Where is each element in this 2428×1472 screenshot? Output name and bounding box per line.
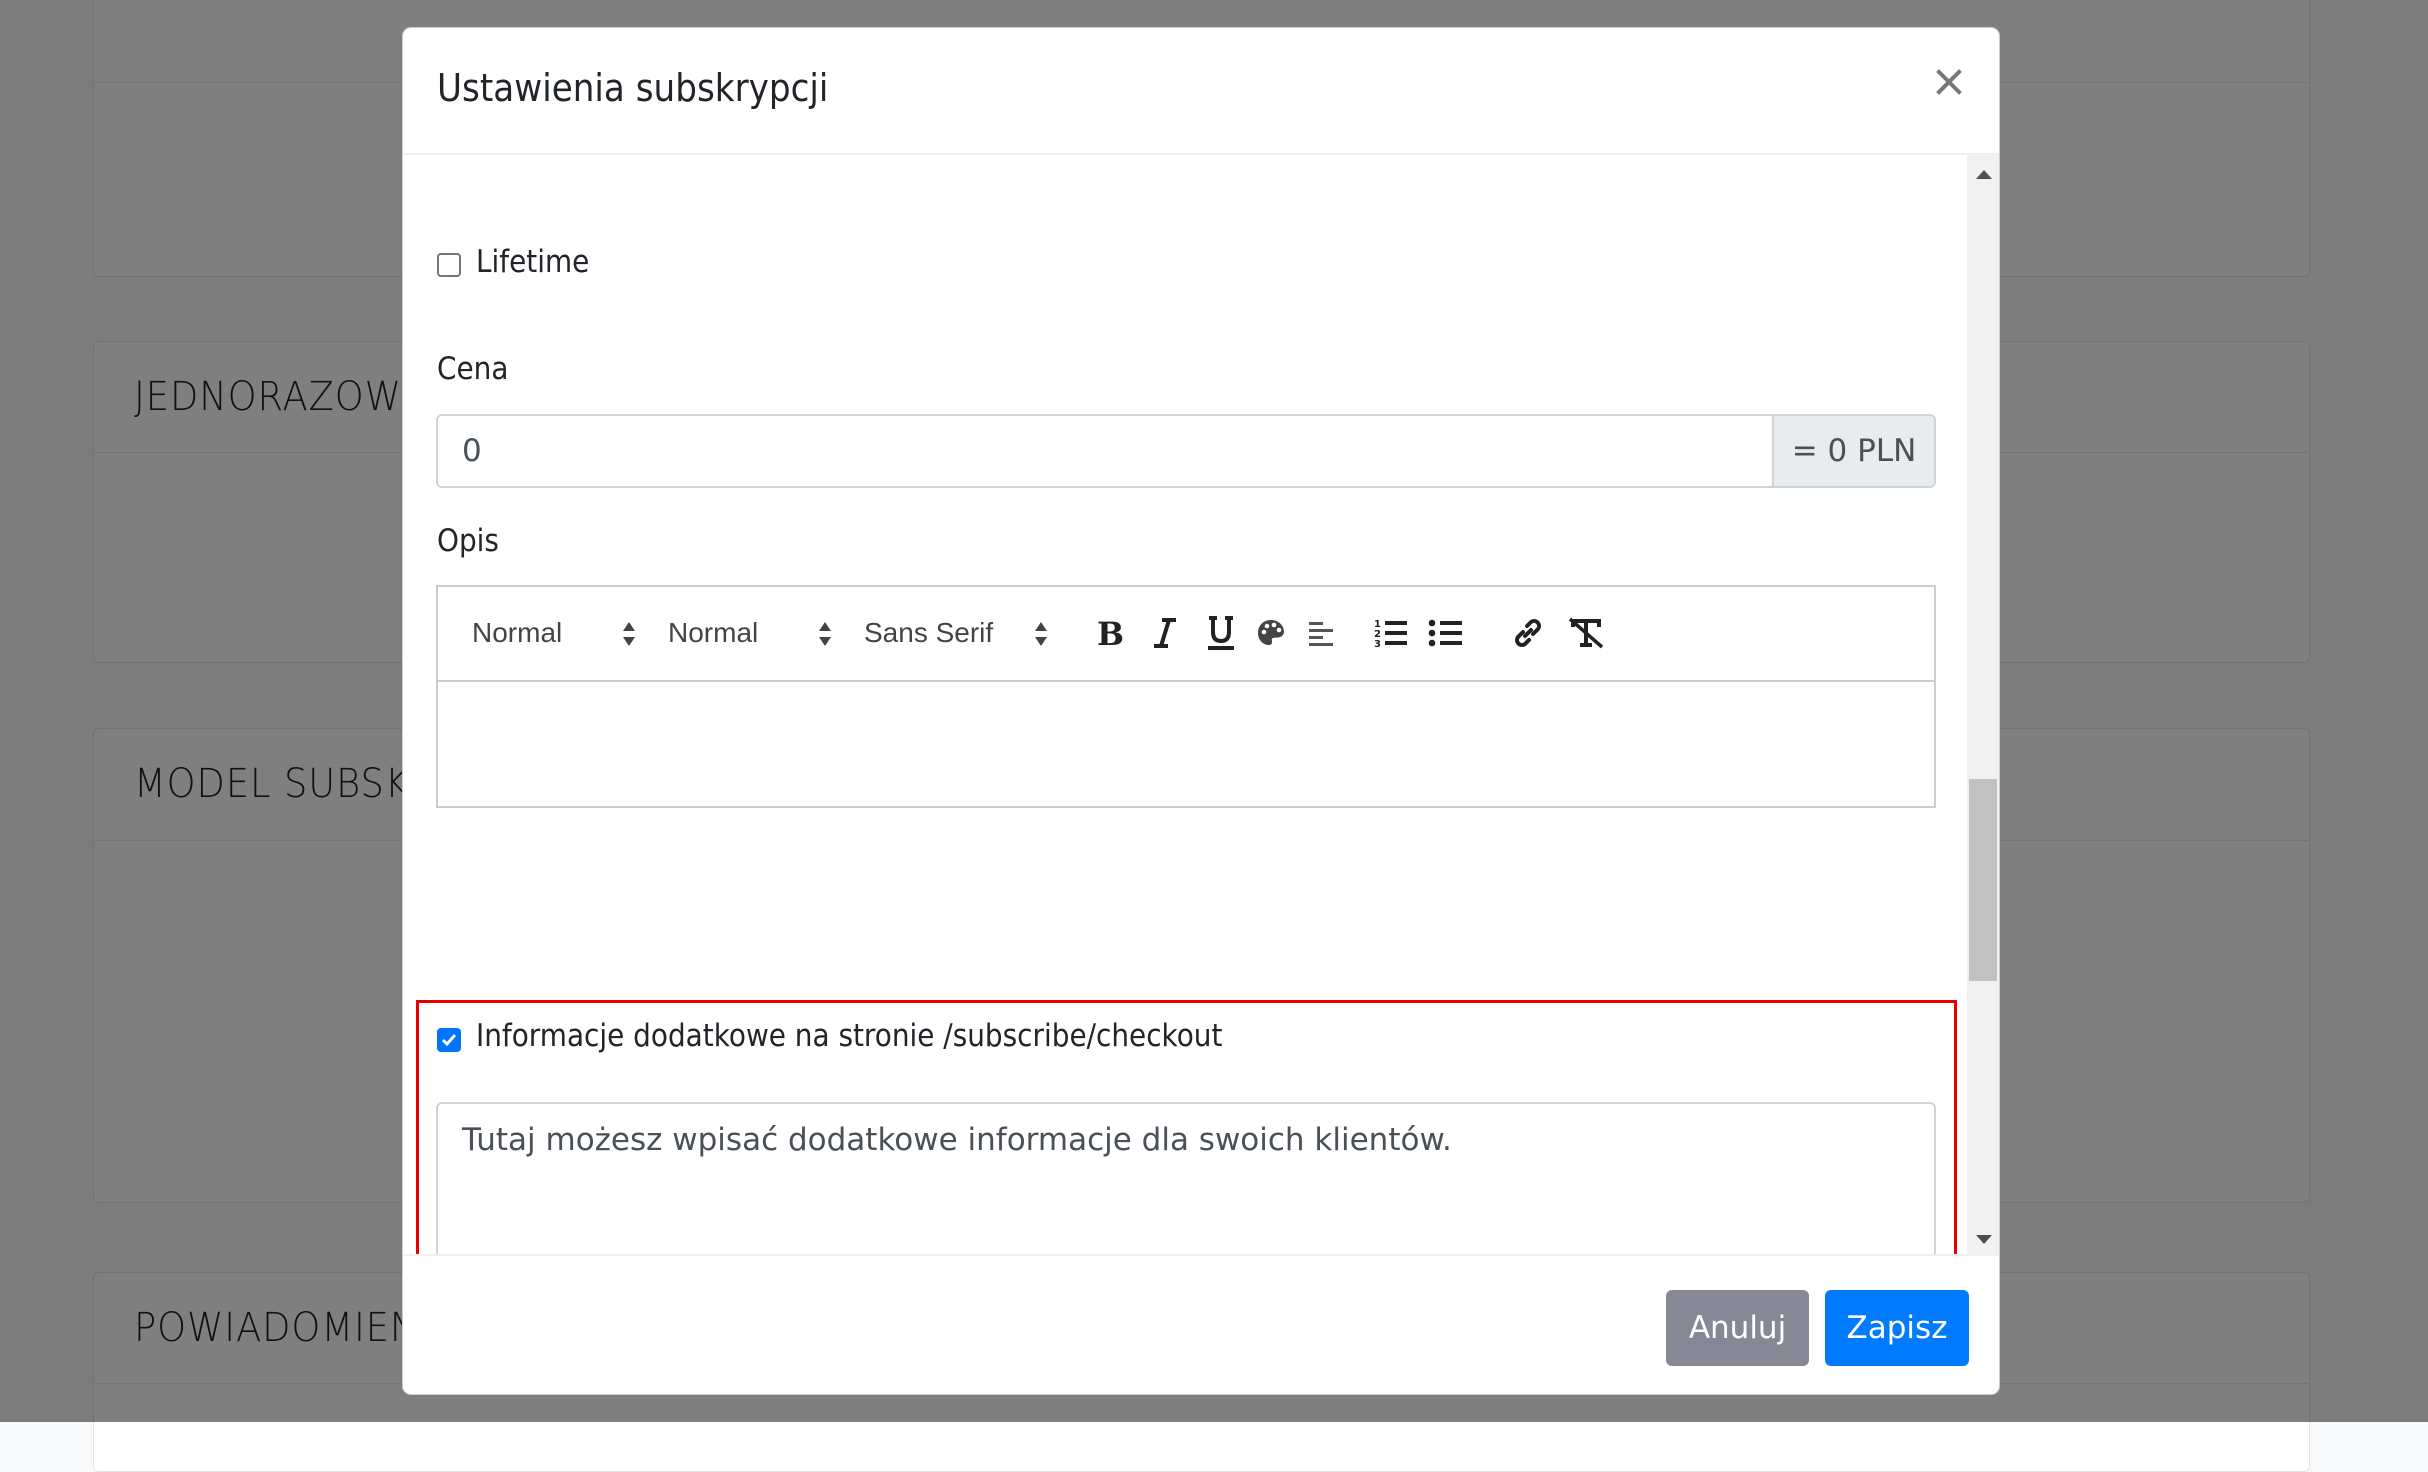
cancel-button[interactable]: Anuluj: [1666, 1290, 1809, 1366]
svg-text:3: 3: [1374, 639, 1381, 649]
additional-info-label: Informacje dodatkowe na stronie /subscri…: [476, 1018, 1223, 1054]
header-picker-label: Normal: [472, 617, 563, 648]
scrollbar-thumb[interactable]: [1969, 779, 1997, 981]
font-picker-label: Sans Serif: [864, 617, 994, 648]
italic-icon: [1154, 618, 1176, 648]
additional-info-textarea[interactable]: Tutaj możesz wpisać dodatkowe informacje…: [436, 1102, 1936, 1254]
lifetime-checkbox[interactable]: [437, 253, 461, 277]
font-picker[interactable]: Sans Serif: [864, 615, 1054, 651]
price-input[interactable]: [438, 416, 1772, 486]
save-button[interactable]: Zapisz: [1825, 1290, 1969, 1366]
description-editor: Normal Normal Sans Serif B 1 2 3: [436, 585, 1936, 808]
modal-title: Ustawienia subskrypcji: [437, 66, 829, 110]
header-picker[interactable]: Normal: [472, 615, 642, 651]
size-picker[interactable]: Normal: [668, 615, 838, 651]
bullet-list-icon: [1428, 619, 1462, 647]
modal-body: Lifetime Cena = 0 PLN Opis Normal Normal: [403, 155, 1999, 1254]
link-icon: [1515, 619, 1541, 647]
editor-toolbar: Normal Normal Sans Serif B 1 2 3: [438, 587, 1934, 682]
picker-arrows-icon: [623, 622, 635, 646]
clear-format-button[interactable]: [1566, 613, 1606, 653]
link-button[interactable]: [1508, 613, 1548, 653]
price-currency-addon: = 0 PLN: [1772, 416, 1934, 486]
italic-button[interactable]: [1145, 613, 1185, 653]
additional-info-checkbox[interactable]: [437, 1028, 461, 1052]
color-palette-icon: [1258, 620, 1284, 645]
bullet-list-button[interactable]: [1426, 613, 1466, 653]
modal-scrollbar[interactable]: [1967, 155, 1999, 1254]
picker-arrows-icon: [819, 622, 831, 646]
picker-arrows-icon: [1035, 622, 1047, 646]
checkmark-icon: [441, 1034, 457, 1047]
underline-icon: [1208, 616, 1234, 650]
modal-header: Ustawienia subskrypcji: [403, 28, 1999, 155]
align-button[interactable]: [1301, 613, 1341, 653]
align-left-icon: [1309, 622, 1333, 646]
price-input-group: = 0 PLN: [436, 414, 1936, 488]
bold-icon: B: [1097, 616, 1124, 650]
svg-text:B: B: [1097, 616, 1124, 650]
price-label: Cena: [437, 351, 509, 387]
lifetime-label: Lifetime: [476, 244, 590, 280]
subscription-settings-modal: Ustawienia subskrypcji Lifetime Cena = 0…: [402, 27, 2000, 1395]
description-editor-body[interactable]: [438, 680, 1934, 806]
clear-format-icon: [1568, 617, 1604, 649]
description-label: Opis: [437, 523, 499, 559]
price-converted-value: = 0 PLN: [1791, 433, 1917, 469]
color-button[interactable]: [1251, 613, 1291, 653]
close-button[interactable]: [1929, 62, 1969, 102]
modal-footer: Anuluj Zapisz: [403, 1254, 1999, 1394]
underline-button[interactable]: [1201, 613, 1241, 653]
scroll-down-icon[interactable]: [1976, 1235, 1992, 1244]
size-picker-label: Normal: [668, 617, 759, 648]
close-icon: [1936, 69, 1962, 95]
ordered-list-button[interactable]: 1 2 3: [1371, 613, 1411, 653]
bold-button[interactable]: B: [1089, 613, 1129, 653]
scroll-up-icon[interactable]: [1976, 170, 1992, 179]
ordered-list-icon: 1 2 3: [1374, 619, 1407, 649]
